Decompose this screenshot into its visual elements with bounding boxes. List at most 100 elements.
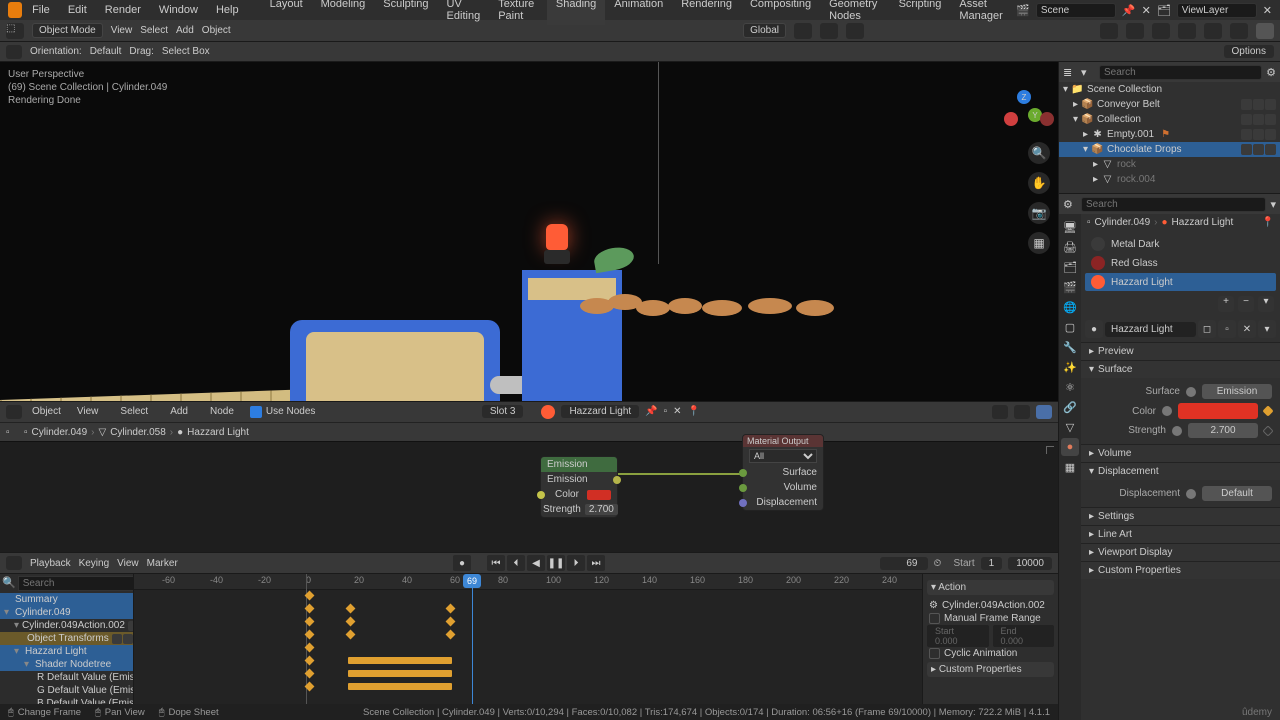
dopesheet-editor-icon[interactable] — [6, 556, 22, 570]
tab-scene[interactable]: 🎬 — [1061, 278, 1079, 296]
end-frame-field[interactable]: 10000 — [1008, 557, 1052, 570]
node-editor-icon[interactable] — [6, 405, 22, 419]
xray-icon[interactable] — [1152, 23, 1170, 39]
surface-shader-dropdown[interactable]: Emission — [1202, 384, 1272, 399]
frame-stepper-icon[interactable]: ⏲ — [934, 558, 948, 569]
menu-help[interactable]: Help — [208, 1, 247, 19]
keyframe-next-icon[interactable]: ⏵ — [567, 555, 585, 571]
tab-viewlayer[interactable]: 🗂 — [1061, 258, 1079, 276]
zoom-icon[interactable]: 🔍 — [1028, 142, 1050, 164]
material-new-icon[interactable]: ▫ — [664, 406, 668, 417]
persp-icon[interactable]: ▦ — [1028, 232, 1050, 254]
manual-range-checkbox[interactable] — [929, 613, 940, 624]
shading-matprev-icon[interactable] — [1230, 23, 1248, 39]
material-pin2-icon[interactable]: 📍 — [688, 406, 700, 417]
slot-remove-button[interactable]: − — [1238, 296, 1254, 312]
tab-physics[interactable]: ⚛ — [1061, 378, 1079, 396]
preview-panel-header[interactable]: ▸ Preview — [1081, 343, 1280, 360]
action-name-field[interactable]: Cylinder.049Action.002 — [942, 600, 1045, 611]
bc-object[interactable]: Cylinder.049 — [32, 427, 88, 438]
tab-data[interactable]: ▽ — [1061, 418, 1079, 436]
timeline-ruler[interactable]: -60-40-200204060801001201401601802002202… — [134, 574, 922, 590]
node-snap-icon[interactable] — [1014, 405, 1030, 419]
tl-keying-menu[interactable]: Keying — [79, 558, 110, 569]
strength-keyframe-icon[interactable] — [1262, 425, 1273, 436]
mode-dropdown[interactable]: Object Mode — [32, 23, 103, 38]
channel-row[interactable]: ▾Cylinder.049Action.002 — [0, 619, 133, 632]
emission-strength-value[interactable]: 2.700 — [585, 504, 618, 515]
properties-editor-icon[interactable]: ⚙ — [1063, 198, 1077, 211]
jump-end-icon[interactable]: ⏭ — [587, 555, 605, 571]
volume-input-socket[interactable] — [739, 484, 747, 492]
menu-render[interactable]: Render — [97, 1, 149, 19]
snap-icon[interactable] — [820, 23, 838, 39]
disp-socket-icon[interactable] — [1186, 489, 1196, 499]
outliner-item[interactable]: ▾📦Collection — [1059, 112, 1280, 127]
shading-wire-icon[interactable] — [1178, 23, 1196, 39]
scene-field[interactable] — [1036, 3, 1116, 18]
outliner-search-input[interactable] — [1099, 65, 1262, 80]
slot-menu-button[interactable]: ▾ — [1258, 296, 1274, 312]
pc-object[interactable]: Cylinder.049 — [1095, 217, 1151, 228]
workspace-tab-rendering[interactable]: Rendering — [672, 0, 741, 25]
surface-socket-icon[interactable] — [1186, 387, 1196, 397]
properties-options-icon[interactable]: ▾ — [1270, 198, 1276, 211]
jump-start-icon[interactable]: ⏮ — [487, 555, 505, 571]
volume-panel-header[interactable]: ▸ Volume — [1081, 445, 1280, 462]
scene-close-icon[interactable]: ✕ — [1142, 4, 1151, 17]
layer-close-icon[interactable]: ✕ — [1263, 4, 1272, 17]
playhead[interactable]: 69 — [472, 574, 473, 704]
viewlayer-field[interactable] — [1177, 3, 1257, 18]
pc-material[interactable]: Hazzard Light — [1172, 217, 1234, 228]
channel-row[interactable]: Summary — [0, 593, 133, 606]
shader-node-canvas[interactable]: Emission Emission Color Strength2.700 Ma… — [0, 441, 1058, 552]
play-reverse-icon[interactable]: ◀ — [527, 555, 545, 571]
tab-output[interactable]: 🖨 — [1061, 238, 1079, 256]
channel-row[interactable]: ▾Shader Nodetree — [0, 658, 133, 671]
channel-row[interactable]: Object Transforms — [0, 632, 133, 645]
node-overlay-icon[interactable] — [992, 405, 1008, 419]
workspace-tab-asset-manager[interactable]: Asset Manager — [950, 0, 1014, 25]
tool-cursor-icon[interactable] — [6, 45, 22, 59]
tab-world[interactable]: 🌐 — [1061, 298, 1079, 316]
displacement-input-socket[interactable] — [739, 499, 747, 507]
bc-mesh[interactable]: Cylinder.058 — [110, 427, 166, 438]
camera-icon[interactable]: 📷 — [1028, 202, 1050, 224]
channel-search-input[interactable] — [18, 576, 134, 591]
custom-props-panel-header[interactable]: ▸ Custom Properties — [1081, 562, 1280, 579]
bc-editor-icon[interactable]: ▫ — [6, 427, 20, 438]
menu-edit[interactable]: Edit — [60, 1, 95, 19]
workspace-tab-layout[interactable]: Layout — [261, 0, 312, 25]
view-menu[interactable]: View — [111, 25, 133, 36]
blender-logo-icon[interactable] — [8, 2, 22, 18]
shading-rendered-icon[interactable] — [1256, 23, 1274, 39]
displacement-panel-header[interactable]: ▾ Displacement — [1081, 463, 1280, 480]
pivot-icon[interactable] — [794, 23, 812, 39]
tab-render[interactable]: 🖥 — [1061, 218, 1079, 236]
start-frame-field[interactable]: 1 — [981, 557, 1003, 570]
material-slot[interactable]: Red Glass — [1085, 254, 1276, 272]
pause-icon[interactable]: ❚❚ — [547, 555, 565, 571]
surface-input-socket[interactable] — [739, 469, 747, 477]
object-menu[interactable]: Object — [202, 25, 231, 36]
shading-solid-icon[interactable] — [1204, 23, 1222, 39]
material-slot-dropdown[interactable]: Slot 3 — [482, 405, 524, 418]
mat-name-field[interactable]: Hazzard Light — [1105, 322, 1196, 337]
color-socket-icon[interactable] — [1162, 406, 1172, 416]
nav-gizmo[interactable]: ZY — [1002, 90, 1046, 134]
action-custom-props-header[interactable]: ▸ Custom Properties — [927, 662, 1054, 677]
material-pin-icon[interactable]: 📌 — [645, 406, 657, 417]
emission-color-swatch[interactable] — [587, 490, 611, 500]
material-output-node[interactable]: Material Output All Surface Volume Displ… — [742, 434, 824, 511]
channel-row[interactable]: G Default Value (Emissi… — [0, 684, 133, 697]
workspace-tab-scripting[interactable]: Scripting — [890, 0, 951, 25]
node-select-menu[interactable]: Select — [114, 404, 154, 419]
tab-object[interactable]: ▢ — [1061, 318, 1079, 336]
channel-row[interactable]: B Default Value (Emissi… — [0, 697, 133, 704]
tl-playback-menu[interactable]: Playback — [30, 558, 71, 569]
outliner-item[interactable]: ▾📁Scene Collection — [1059, 82, 1280, 97]
settings-panel-header[interactable]: ▸ Settings — [1081, 508, 1280, 525]
outliner-item[interactable]: ▸✱Empty.001⚑ — [1059, 127, 1280, 142]
tab-constraint[interactable]: 🔗 — [1061, 398, 1079, 416]
pan-icon[interactable]: ✋ — [1028, 172, 1050, 194]
